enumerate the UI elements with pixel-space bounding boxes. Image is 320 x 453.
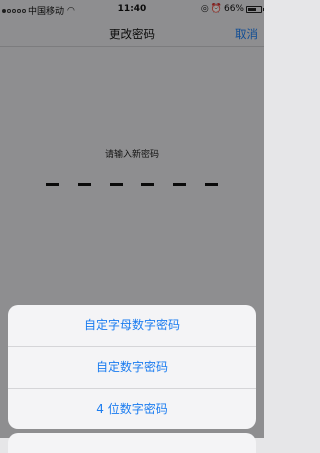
passcode-options-sheet: 自定字母数字密码 自定数字密码 4 位数字密码 <box>8 305 256 429</box>
option-4-digit[interactable]: 4 位数字密码 <box>8 389 256 429</box>
option-custom-alphanumeric[interactable]: 自定字母数字密码 <box>8 305 256 347</box>
option-custom-numeric[interactable]: 自定数字密码 <box>8 347 256 389</box>
sheet-cancel-button[interactable] <box>8 433 256 453</box>
